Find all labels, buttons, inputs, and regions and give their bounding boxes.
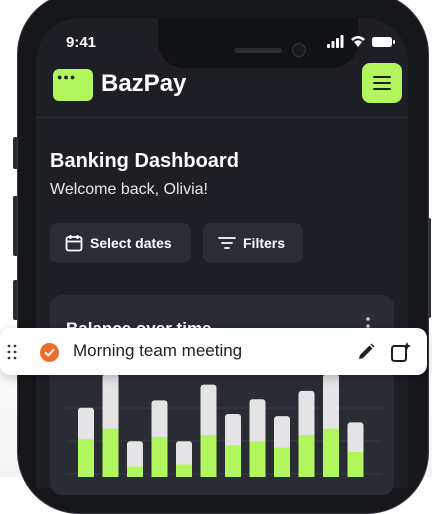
pencil-icon[interactable] (356, 342, 376, 362)
chart-bar-top (78, 407, 94, 444)
battery-icon (372, 37, 395, 47)
filter-icon (218, 237, 236, 249)
status-time: 9:41 (66, 34, 97, 51)
select-dates-label: Select dates (90, 235, 172, 251)
chart-bar-top (298, 390, 315, 439)
balance-chart (66, 374, 382, 477)
status-icons (327, 35, 395, 48)
chart-bar-top (225, 414, 241, 450)
chart-bar-top (274, 416, 290, 452)
header-divider (36, 117, 408, 118)
signal-icon (327, 35, 344, 48)
chart-bar-bottom (249, 441, 266, 477)
chart-bar-top (102, 374, 119, 433)
chart-bar-top (176, 441, 192, 469)
chart-bar-top (323, 374, 339, 433)
chart-bar-bottom (176, 464, 192, 477)
chart-bar-bottom (200, 435, 217, 477)
task-title: Morning team meeting (73, 341, 243, 360)
chart-bar-bottom (298, 435, 315, 477)
chart-bar-bottom (323, 428, 339, 477)
drag-handle-icon[interactable] (7, 344, 17, 360)
calendar-icon (65, 235, 83, 252)
chart-bar-top (151, 400, 168, 442)
welcome-message: Welcome back, Olivia! (50, 181, 208, 198)
add-note-icon[interactable] (390, 341, 412, 363)
wallet-icon: ●●● (53, 69, 93, 101)
filters-button[interactable]: Filters (203, 223, 303, 263)
chart-bar-top (127, 441, 143, 471)
page-title: Banking Dashboard (50, 150, 239, 172)
chart-bar-bottom (347, 451, 364, 477)
task-bar[interactable]: Morning team meeting (0, 328, 427, 375)
hamburger-icon[interactable] (362, 63, 402, 103)
status-check-icon[interactable] (40, 343, 59, 362)
chart-bar-top (249, 399, 266, 446)
chart-bar-bottom (225, 445, 241, 477)
chart-bar-bottom (102, 428, 119, 477)
chart-bar-bottom (78, 439, 94, 477)
chart-bar-bottom (274, 447, 290, 477)
chart-bar-bottom (151, 437, 168, 477)
brand-name: BazPay (101, 70, 187, 97)
chart-bar-top (347, 422, 364, 456)
filters-label: Filters (243, 235, 286, 251)
chart-bar-bottom (127, 466, 143, 477)
speaker (234, 48, 282, 53)
camera (292, 43, 306, 57)
chart-bar-top (200, 384, 217, 439)
select-dates-button[interactable]: Select dates (50, 223, 191, 263)
wifi-icon (351, 36, 365, 47)
